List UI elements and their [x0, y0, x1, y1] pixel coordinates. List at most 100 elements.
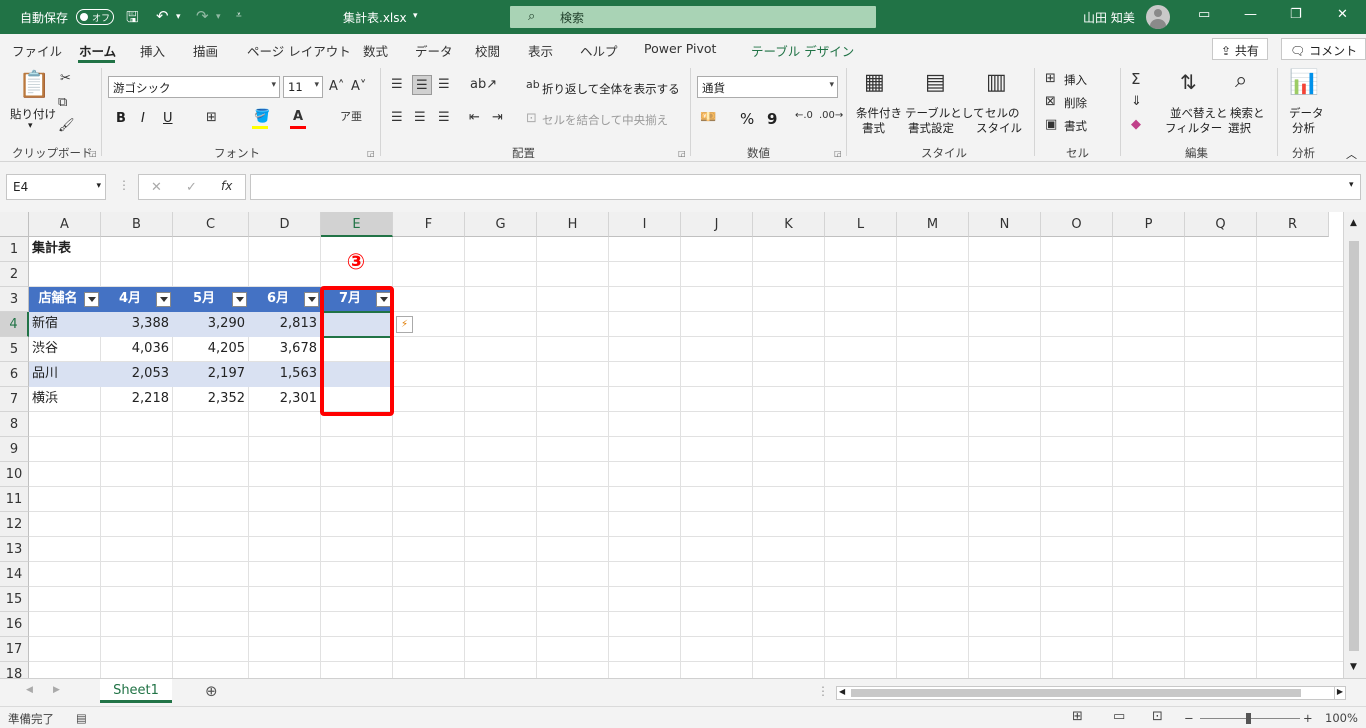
row-header-6[interactable]: 6 — [0, 362, 29, 387]
increase-decimal-icon[interactable]: ←.0 — [795, 111, 813, 121]
paste-dropdown-icon[interactable]: ▾ — [28, 121, 33, 131]
align-left-icon[interactable]: ☰ — [391, 111, 403, 124]
quick-analysis-icon[interactable]: ⚡ — [396, 316, 413, 333]
font-launcher-icon[interactable]: ◲ — [367, 149, 375, 158]
filter-dropdown-icon[interactable] — [84, 292, 99, 307]
tab-power-pivot[interactable]: Power Pivot — [644, 41, 716, 56]
zoom-level[interactable]: 100% — [1325, 711, 1358, 725]
cell-styles-label-1[interactable]: セルの — [985, 105, 1020, 121]
orientation-icon[interactable]: ab↗ — [470, 78, 497, 91]
table-cell-d5[interactable]: 3,678 — [249, 337, 320, 361]
formula-input[interactable] — [250, 174, 1361, 200]
row-header-14[interactable]: 14 — [0, 562, 29, 587]
undo-dropdown-icon[interactable]: ▾ — [176, 12, 181, 22]
page-layout-view-icon[interactable]: ▭ — [1113, 709, 1125, 724]
row-header-15[interactable]: 15 — [0, 587, 29, 612]
tab-draw[interactable]: 描画 — [193, 41, 218, 60]
table-cell-c5[interactable]: 4,205 — [173, 337, 248, 361]
align-right-icon[interactable]: ☰ — [438, 111, 450, 124]
column-header-r[interactable]: R — [1257, 212, 1329, 237]
phonetic-icon[interactable]: ア亜 — [340, 111, 362, 122]
table-header-june[interactable]: 6月 — [249, 287, 321, 312]
scroll-up-icon[interactable]: ▲ — [1350, 218, 1357, 228]
font-size-combo[interactable]: 11 ▾ — [283, 76, 323, 98]
analyze-data-label-2[interactable]: 分析 — [1292, 120, 1315, 136]
accessibility-icon[interactable]: ▤ — [76, 711, 87, 725]
decrease-decimal-icon[interactable]: .00→ — [819, 111, 843, 121]
filter-dropdown-icon[interactable] — [304, 292, 319, 307]
title-dropdown-icon[interactable]: ▾ — [413, 11, 418, 21]
row-header-16[interactable]: 16 — [0, 612, 29, 637]
row-header-8[interactable]: 8 — [0, 412, 29, 437]
collapse-ribbon-icon[interactable]: ︿ — [1346, 146, 1357, 162]
clipboard-launcher-icon[interactable]: ◲ — [89, 149, 97, 158]
row-header-2[interactable]: 2 — [0, 262, 29, 287]
table-cell-a6[interactable]: 品川 — [29, 362, 100, 386]
horizontal-scrollbar[interactable]: ◀ — [836, 686, 1346, 700]
column-header-i[interactable]: I — [609, 212, 681, 237]
add-sheet-icon[interactable]: ⊕ — [205, 682, 218, 700]
scroll-left-icon[interactable]: ◀ — [839, 687, 845, 696]
column-header-m[interactable]: M — [897, 212, 969, 237]
table-cell-d6[interactable]: 1,563 — [249, 362, 320, 386]
row-header-7[interactable]: 7 — [0, 387, 29, 412]
tab-formulas[interactable]: 数式 — [363, 41, 388, 60]
user-avatar-icon[interactable] — [1146, 5, 1170, 29]
delete-cells-icon[interactable]: ⊠ — [1045, 95, 1056, 108]
cell-styles-icon[interactable]: ▥ — [986, 72, 1007, 94]
zoom-slider-thumb[interactable] — [1246, 713, 1251, 724]
column-header-g[interactable]: G — [465, 212, 537, 237]
format-cells-icon[interactable]: ▣ — [1045, 118, 1057, 131]
close-icon[interactable]: ✕ — [1337, 7, 1348, 22]
number-format-combo[interactable]: 通貨 ▾ — [697, 76, 838, 98]
analyze-data-icon[interactable]: 📊 — [1289, 70, 1319, 94]
tab-file[interactable]: ファイル — [12, 41, 62, 60]
increase-font-icon[interactable]: A˄ — [329, 80, 344, 93]
document-title[interactable]: 集計表.xlsx — [343, 9, 407, 26]
align-middle-icon[interactable]: ☰ — [412, 75, 432, 95]
normal-view-icon[interactable]: ⊞ — [1072, 709, 1083, 724]
table-cell-a5[interactable]: 渋谷 — [29, 337, 100, 361]
expand-formula-icon[interactable]: ▾ — [1349, 180, 1354, 190]
minimize-icon[interactable]: — — [1244, 7, 1257, 22]
column-header-e[interactable]: E — [321, 212, 393, 237]
table-cell-c4[interactable]: 3,290 — [173, 312, 248, 336]
row-header-10[interactable]: 10 — [0, 462, 29, 487]
column-header-j[interactable]: J — [681, 212, 753, 237]
table-cell-b6[interactable]: 2,053 — [101, 362, 172, 386]
conditional-formatting-label-2[interactable]: 書式 — [862, 120, 885, 136]
redo-dropdown-icon[interactable]: ▾ — [216, 12, 221, 22]
table-cell-c6[interactable]: 2,197 — [173, 362, 248, 386]
filter-dropdown-icon[interactable] — [232, 292, 247, 307]
alignment-launcher-icon[interactable]: ◲ — [678, 149, 686, 158]
fill-color-icon[interactable]: 🪣 — [254, 110, 270, 123]
merge-center-button[interactable]: セルを結合して中央揃え — [542, 112, 668, 128]
row-header-1[interactable]: 1 — [0, 237, 29, 262]
column-header-q[interactable]: Q — [1185, 212, 1257, 237]
underline-button[interactable]: U — [163, 111, 173, 126]
sort-filter-label-1[interactable]: 並べ替えと — [1170, 105, 1228, 121]
insert-cells-icon[interactable]: ⊞ — [1045, 72, 1056, 85]
row-header-9[interactable]: 9 — [0, 437, 29, 462]
paste-icon[interactable]: 📋 — [18, 72, 50, 98]
conditional-formatting-label-1[interactable]: 条件付き — [856, 105, 902, 121]
name-box[interactable]: E4 ▾ — [6, 174, 106, 200]
conditional-formatting-icon[interactable]: ▦ — [864, 72, 885, 94]
font-color-icon[interactable]: A — [293, 110, 303, 123]
cancel-icon[interactable]: ✕ — [151, 180, 162, 195]
autosave-toggle[interactable]: オフ — [76, 9, 114, 25]
tab-data[interactable]: データ — [415, 41, 453, 60]
table-cell-d4[interactable]: 2,813 — [249, 312, 320, 336]
scroll-down-icon[interactable]: ▼ — [1350, 662, 1357, 672]
table-header-store[interactable]: 店舗名 — [29, 287, 101, 312]
scroll-right-icon[interactable]: ▶ — [1334, 686, 1346, 700]
page-break-view-icon[interactable]: ⊡ — [1152, 709, 1163, 724]
column-header-a[interactable]: A — [29, 212, 101, 237]
format-painter-icon[interactable]: 🖌 — [58, 119, 75, 132]
ribbon-display-icon[interactable]: ▭ — [1198, 7, 1210, 22]
format-cells-button[interactable]: 書式 — [1064, 118, 1087, 134]
currency-icon[interactable]: 💴 — [700, 111, 716, 124]
worksheet-grid[interactable]: ABCDEFGHIJKLMNOPQR 1 2 3 4 5 6 7 8 9 10 11 12 13 14 15… — [0, 212, 1366, 678]
redo-icon[interactable]: ↷ — [196, 7, 209, 25]
table-cell-b7[interactable]: 2,218 — [101, 387, 172, 411]
